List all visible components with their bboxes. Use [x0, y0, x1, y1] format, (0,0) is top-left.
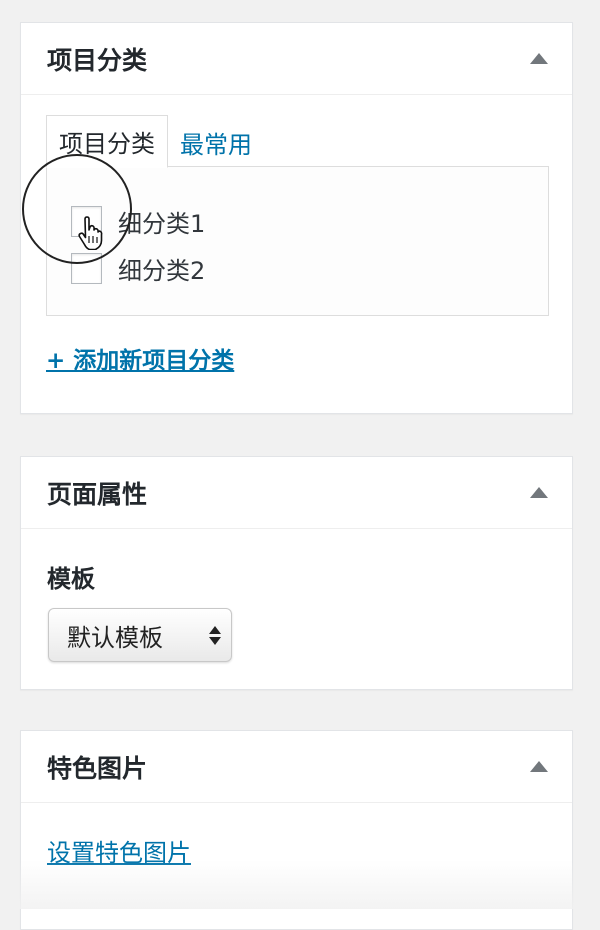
category-tabs: 项目分类 最常用 — [46, 115, 264, 168]
tab-most-used[interactable]: 最常用 — [168, 116, 264, 168]
category-label: 细分类1 — [118, 210, 206, 238]
category-checklist: 细分类1 细分类2 — [46, 166, 549, 316]
template-select[interactable]: 默认模板 — [48, 608, 232, 662]
collapse-arrow-icon[interactable] — [530, 53, 548, 64]
category-label: 细分类2 — [118, 257, 206, 285]
template-label: 模板 — [47, 565, 95, 593]
featured-image-header[interactable]: 特色图片 — [21, 731, 572, 803]
featured-image-postbox: 特色图片 设置特色图片 — [20, 730, 573, 930]
hand-cursor-icon — [78, 216, 103, 250]
select-arrows-icon — [209, 625, 221, 645]
page-attributes-title: 页面属性 — [47, 479, 148, 509]
collapse-arrow-icon[interactable] — [530, 487, 548, 498]
add-new-category-link[interactable]: + 添加新项目分类 — [46, 341, 234, 375]
category-checkbox[interactable] — [71, 253, 102, 284]
page-attributes-postbox: 页面属性 模板 默认模板 — [20, 456, 573, 690]
categories-header[interactable]: 项目分类 — [21, 23, 572, 95]
categories-title: 项目分类 — [47, 45, 148, 75]
set-featured-image-link[interactable]: 设置特色图片 — [47, 833, 191, 868]
collapse-arrow-icon[interactable] — [530, 761, 548, 772]
tab-all-categories[interactable]: 项目分类 — [46, 115, 168, 168]
template-select-value: 默认模板 — [67, 623, 163, 652]
page-attributes-header[interactable]: 页面属性 — [21, 457, 572, 529]
featured-image-title: 特色图片 — [47, 753, 148, 783]
category-item[interactable]: 细分类2 — [71, 251, 205, 286]
